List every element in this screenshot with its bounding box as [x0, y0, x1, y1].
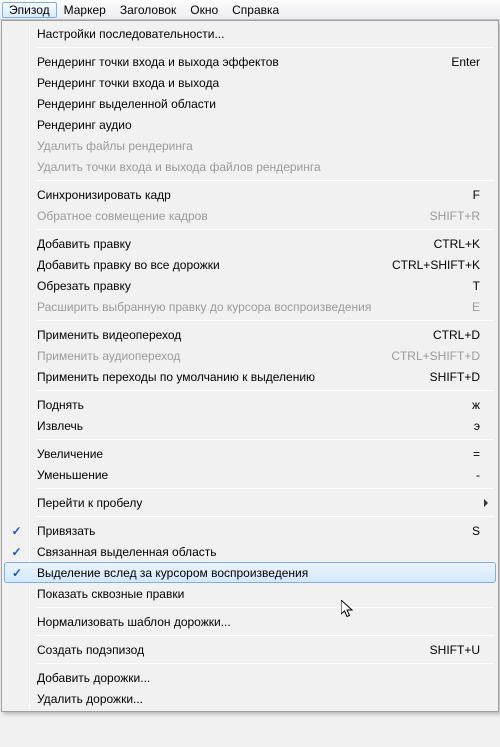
menu-apply-audio-transition: Применить аудиопереходCTRL+SHIFT+D — [4, 345, 496, 366]
submenu-arrow-icon — [484, 499, 488, 507]
separator — [36, 635, 494, 636]
menu-sequence-settings[interactable]: Настройки последовательности... — [4, 23, 496, 44]
menu-apply-video-transition[interactable]: Применить видеопереходCTRL+D — [4, 324, 496, 345]
menu-add-edit-all[interactable]: Добавить правку во все дорожкиCTRL+SHIFT… — [4, 254, 496, 275]
menu-extract[interactable]: Извлечьэ — [4, 415, 496, 436]
menu-linked-selection[interactable]: ✓ Связанная выделенная область — [4, 541, 496, 562]
episode-dropdown: Настройки последовательности... Рендерин… — [1, 20, 499, 712]
menubar-header[interactable]: Заголовок — [113, 2, 183, 18]
menu-match-frame[interactable]: Синхронизировать кадрF — [4, 184, 496, 205]
menu-render-selection[interactable]: Рендеринг выделенной области — [4, 93, 496, 114]
separator — [36, 488, 494, 489]
menu-lift[interactable]: Поднятьж — [4, 394, 496, 415]
separator — [36, 390, 494, 391]
menu-normalize-track[interactable]: Нормализовать шаблон дорожки... — [4, 611, 496, 632]
menu-extend-edit: Расширить выбранную правку до курсора во… — [4, 296, 496, 317]
menu-zoom-out[interactable]: Уменьшение- — [4, 464, 496, 485]
separator — [36, 439, 494, 440]
check-icon: ✓ — [12, 566, 22, 580]
menu-trim-edit[interactable]: Обрезать правкуT — [4, 275, 496, 296]
separator — [36, 663, 494, 664]
menu-add-tracks[interactable]: Добавить дорожки... — [4, 667, 496, 688]
menu-go-to-gap[interactable]: Перейти к пробелу — [4, 492, 496, 513]
menu-reverse-match: Обратное совмещение кадровSHIFT+R — [4, 205, 496, 226]
menu-delete-tracks[interactable]: Удалить дорожки... — [4, 688, 496, 709]
menu-delete-render-io: Удалить точки входа и выхода файлов ренд… — [4, 156, 496, 177]
menubar-window[interactable]: Окно — [183, 2, 225, 18]
menu-render-audio[interactable]: Рендеринг аудио — [4, 114, 496, 135]
menu-add-edit[interactable]: Добавить правкуCTRL+K — [4, 233, 496, 254]
menubar-marker[interactable]: Маркер — [57, 2, 113, 18]
menu-make-subsequence[interactable]: Создать подэпизодSHIFT+U — [4, 639, 496, 660]
menu-render-io-effects[interactable]: Рендеринг точки входа и выхода эффектовE… — [4, 51, 496, 72]
menu-render-io[interactable]: Рендеринг точки входа и выхода — [4, 72, 496, 93]
menubar-help[interactable]: Справка — [225, 2, 286, 18]
menu-selection-follows-playhead[interactable]: ✓ Выделение вслед за курсором воспроизве… — [4, 562, 496, 583]
menu-zoom-in[interactable]: Увеличение= — [4, 443, 496, 464]
separator — [36, 607, 494, 608]
separator — [36, 180, 494, 181]
check-icon: ✓ — [11, 524, 21, 538]
menu-apply-default-transition[interactable]: Применить переходы по умолчанию к выделе… — [4, 366, 496, 387]
separator — [36, 229, 494, 230]
menu-snap[interactable]: ✓ ПривязатьS — [4, 520, 496, 541]
separator — [36, 516, 494, 517]
menubar: Эпизод Маркер Заголовок Окно Справка — [0, 0, 500, 20]
menu-show-through-edits[interactable]: Показать сквозные правки — [4, 583, 496, 604]
check-icon: ✓ — [11, 545, 21, 559]
menubar-episode[interactable]: Эпизод — [2, 2, 57, 18]
separator — [36, 47, 494, 48]
separator — [36, 320, 494, 321]
menu-delete-render-files: Удалить файлы рендеринга — [4, 135, 496, 156]
